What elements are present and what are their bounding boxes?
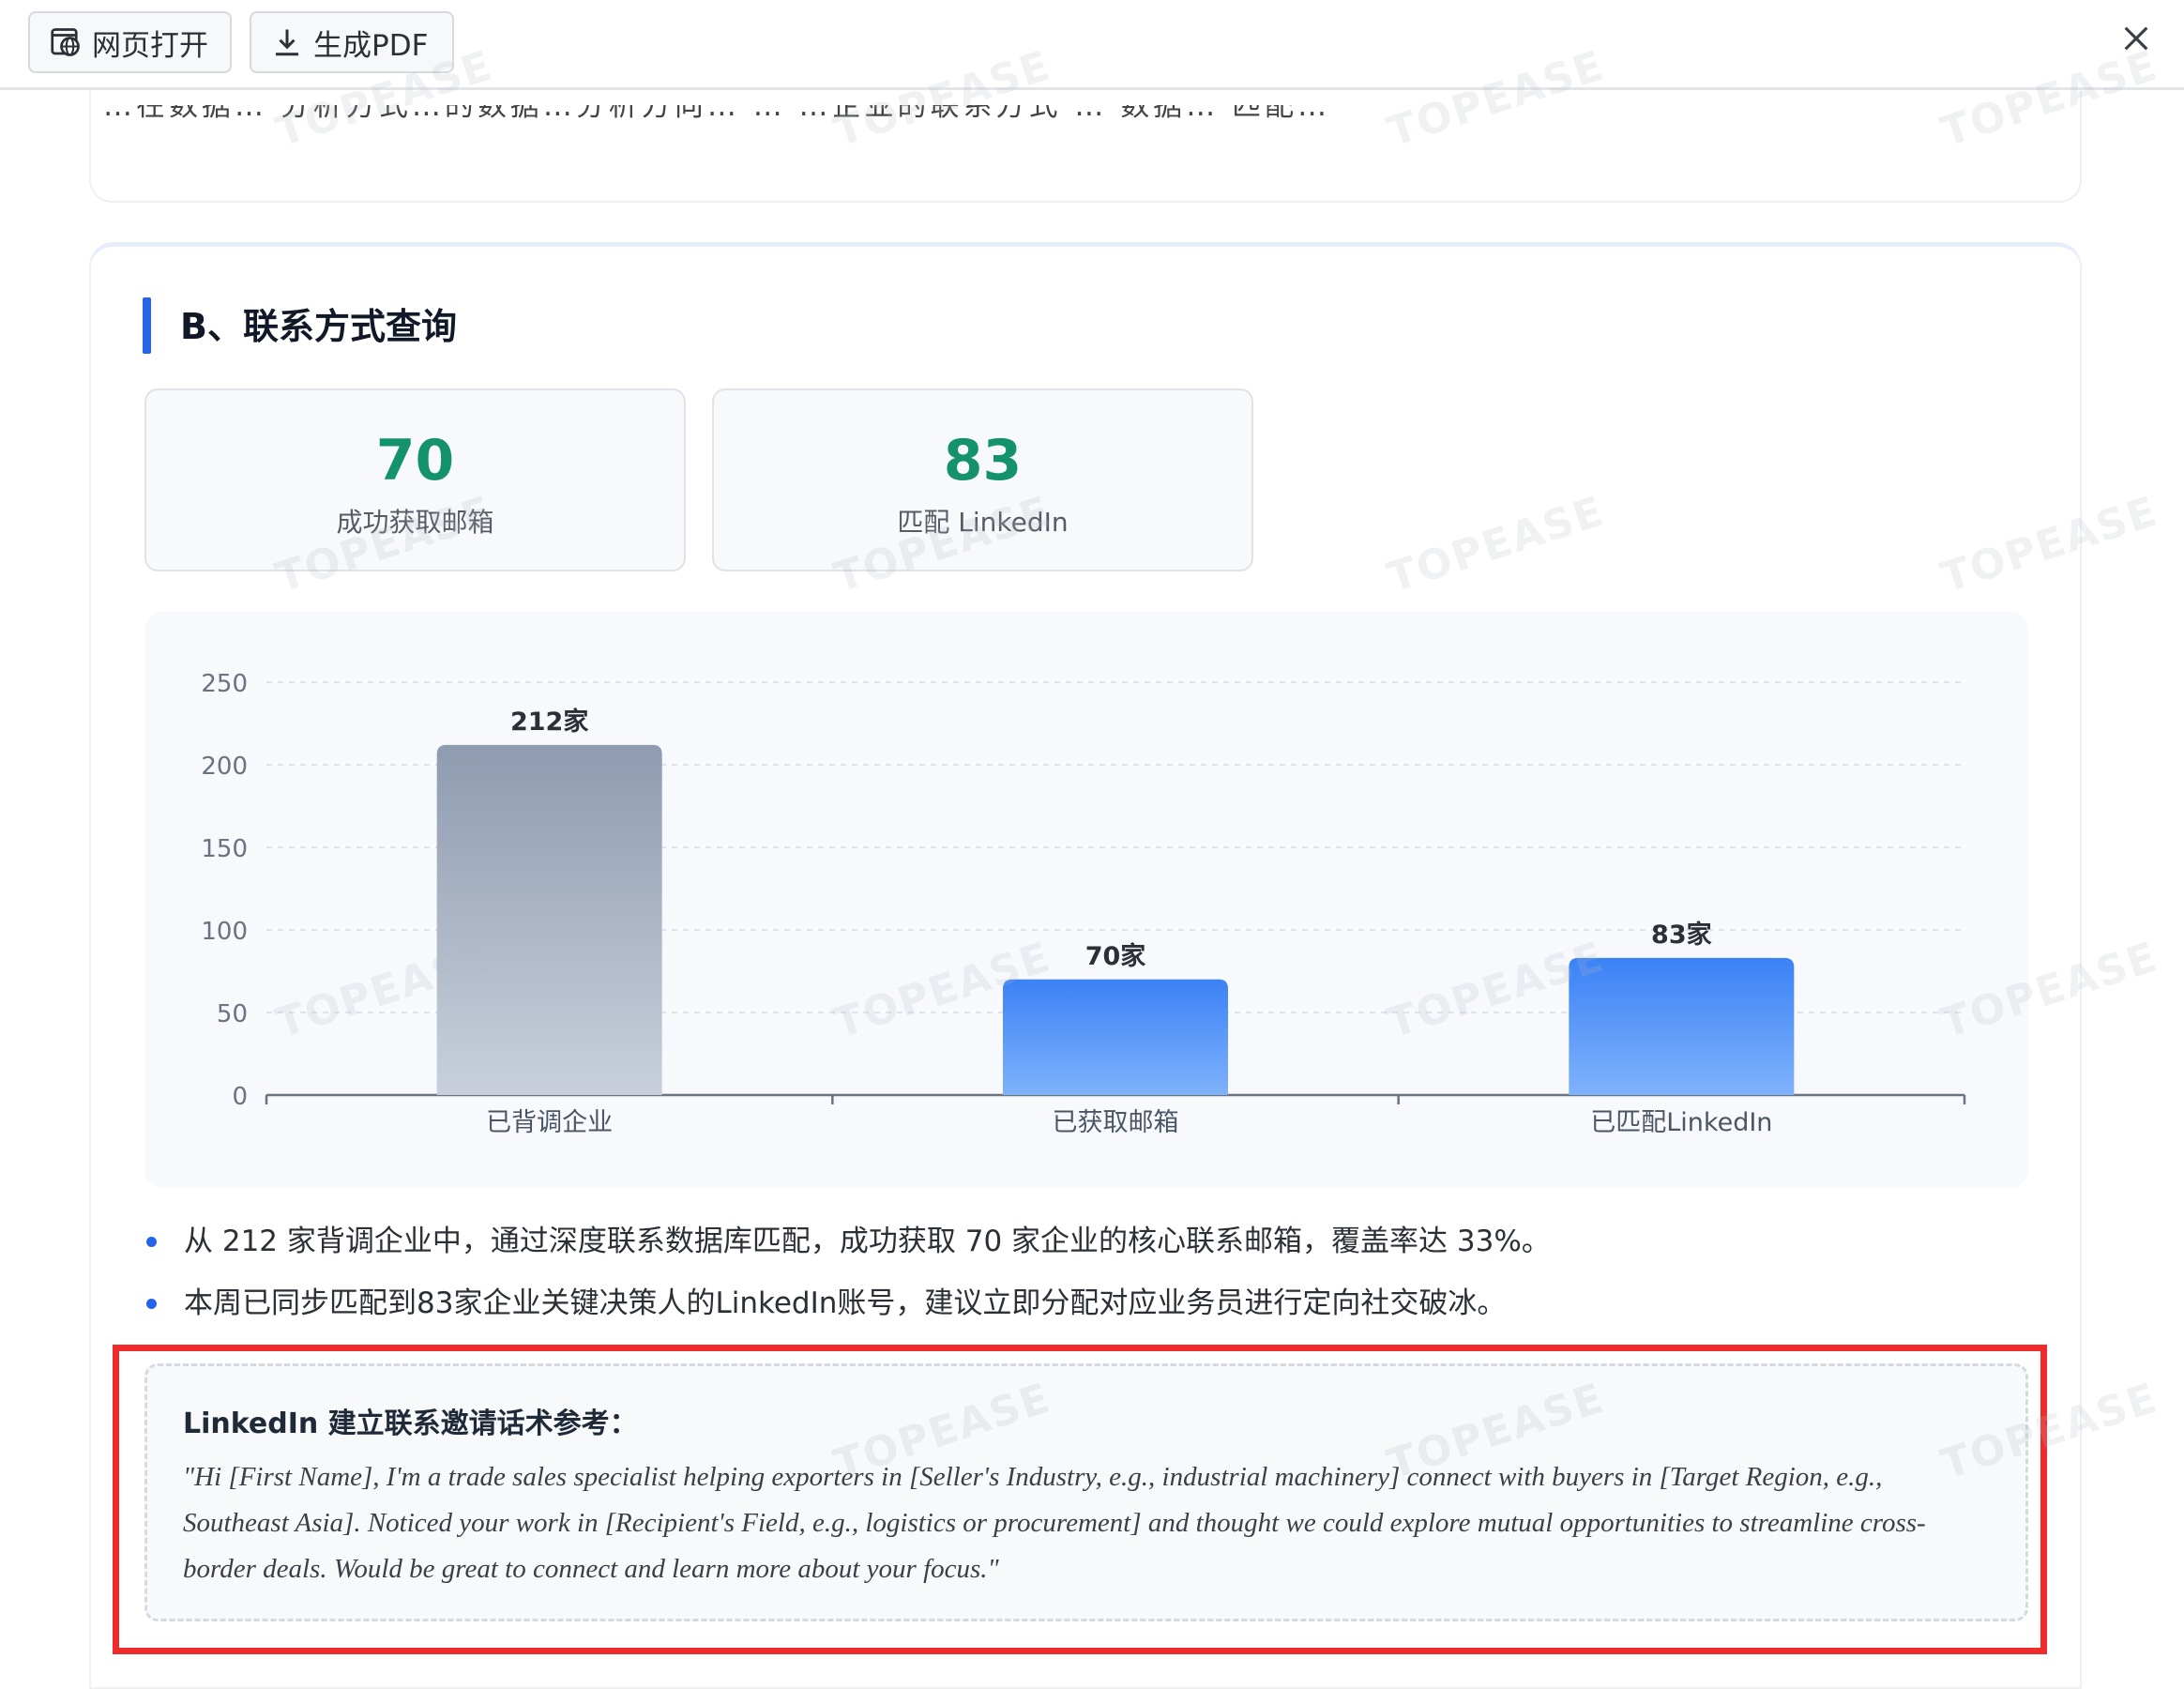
linkedin-script-quote: "Hi [First Name], I'm a trade sales spec…	[183, 1462, 1926, 1584]
generate-pdf-button[interactable]: 生成PDF	[250, 11, 454, 73]
close-button[interactable]	[2115, 17, 2158, 60]
browser-globe-icon	[51, 28, 80, 56]
y-tick-label: 200	[201, 753, 248, 781]
y-tick-label: 150	[201, 835, 248, 863]
stat-label: 匹配 LinkedIn	[897, 507, 1069, 538]
list-item: 从 212 家背调企业中，通过深度联系数据库匹配，成功获取 70 家企业的核心联…	[143, 1223, 2019, 1260]
data-label: 83家	[1651, 920, 1712, 950]
bar-chart: 0 50 100 150 200 250 212家已背调企业 70家已获取邮箱 83家已匹配Li…	[201, 670, 1966, 1137]
generate-pdf-label: 生成PDF	[313, 28, 429, 63]
data-label: 70家	[1085, 941, 1146, 971]
stat-value: 70	[375, 428, 455, 494]
list-item: 本周已同步匹配到83家企业关键决策人的LinkedIn账号，建议立即分配对应业务…	[143, 1285, 2019, 1322]
data-label: 212家	[510, 707, 588, 737]
close-icon	[2124, 26, 2148, 51]
list-item-text: 本周已同步匹配到83家企业关键决策人的LinkedIn账号，建议立即分配对应业务…	[184, 1286, 1507, 1320]
report-viewer: 网页打开 生成PDF …在数据… 分析方式…的数据…分析方向… … …企业的联系…	[0, 0, 2184, 1689]
x-tick-label: 已背调企业	[486, 1108, 613, 1137]
stat-card-linkedin: 83 匹配 LinkedIn	[712, 388, 1253, 571]
list-item-text: 从 212 家背调企业中，通过深度联系数据库匹配，成功获取 70 家企业的核心联…	[184, 1225, 1551, 1258]
bullet-dot	[146, 1299, 157, 1309]
y-tick-label: 50	[217, 1000, 248, 1028]
x-tick-label: 已获取邮箱	[1053, 1108, 1179, 1137]
section-accent-bar	[143, 297, 151, 354]
bar	[1569, 957, 1795, 1095]
bar	[436, 744, 662, 1095]
bar	[1003, 979, 1228, 1095]
download-icon	[276, 29, 298, 56]
section-title: B、联系方式查询	[180, 306, 457, 347]
x-tick-label: 已匹配LinkedIn	[1590, 1108, 1772, 1137]
top-toolbar: 网页打开 生成PDF	[0, 0, 2184, 90]
open-in-browser-button[interactable]: 网页打开	[28, 11, 232, 73]
stat-label: 成功获取邮箱	[336, 507, 494, 538]
open-in-browser-label: 网页打开	[92, 28, 208, 63]
linkedin-script-box: LinkedIn 建立联系邀请话术参考： "Hi [First Name], I…	[144, 1363, 2028, 1621]
previous-section-text: …在数据… 分析方式…的数据…分析方向… … …企业的联系方式 … 数据… 匹配…	[103, 105, 1331, 123]
stat-value: 83	[943, 428, 1023, 494]
bullet-dot	[146, 1237, 157, 1247]
y-tick-label: 100	[201, 918, 248, 946]
linkedin-script-title: LinkedIn 建立联系邀请话术参考：	[183, 1408, 638, 1440]
y-tick-label: 250	[201, 670, 248, 698]
stat-card-emails: 70 成功获取邮箱	[144, 388, 686, 571]
y-tick-label: 0	[232, 1083, 248, 1111]
summary-list: 从 212 家背调企业中，通过深度联系数据库匹配，成功获取 70 家企业的核心联…	[143, 1223, 2019, 1347]
